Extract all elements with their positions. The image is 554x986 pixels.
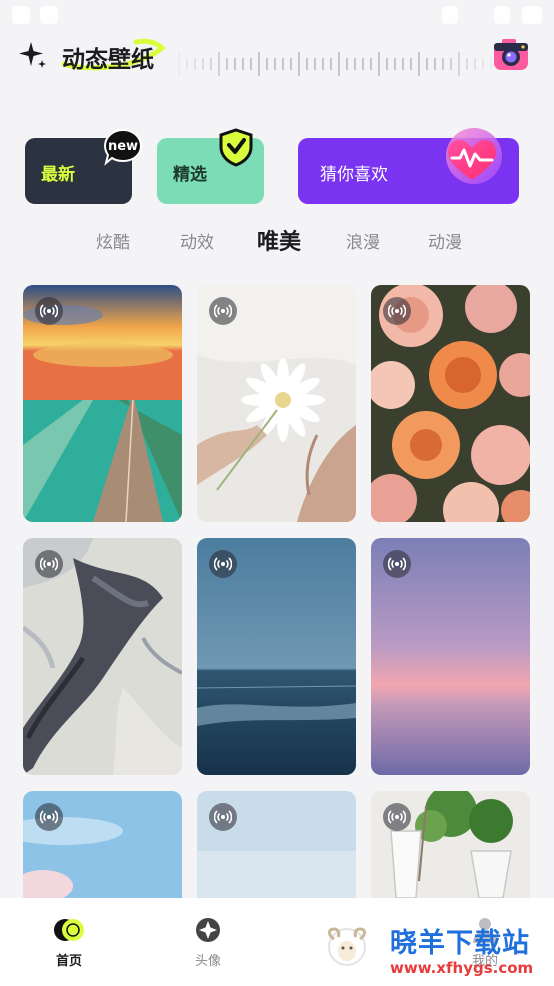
- live-icon: [214, 810, 232, 824]
- wifi-icon: [442, 6, 458, 24]
- signal-icon: [494, 6, 510, 24]
- nav-home[interactable]: 首页: [39, 916, 99, 969]
- battery-icon: [522, 6, 542, 24]
- wallpaper-tile[interactable]: [371, 538, 530, 775]
- live-icon: [388, 557, 406, 571]
- watermark-logo: [316, 915, 378, 977]
- tab-romantic[interactable]: 浪漫: [346, 228, 380, 253]
- tab-aesthetic[interactable]: 唯美: [257, 224, 301, 256]
- wallpaper-tile[interactable]: [371, 285, 530, 522]
- live-badge: [209, 803, 237, 831]
- watermark-name: 晓羊下载站: [390, 928, 530, 959]
- live-badge: [383, 803, 411, 831]
- nav-label: 首页: [55, 954, 82, 969]
- shield-check-icon: [219, 128, 253, 167]
- live-icon: [388, 304, 406, 318]
- sheep-icon: [328, 927, 366, 966]
- app-title: 动态壁纸: [62, 47, 154, 73]
- live-icon: [40, 810, 58, 824]
- live-badge: [35, 803, 63, 831]
- live-badge: [383, 297, 411, 325]
- app-header: 动态壁纸: [0, 30, 554, 90]
- category-label: 猜你喜欢: [320, 165, 388, 185]
- live-badge: [209, 297, 237, 325]
- category-label: 最新: [41, 165, 75, 185]
- live-badge: [209, 550, 237, 578]
- avatar-icon: [196, 918, 220, 942]
- live-badge: [35, 550, 63, 578]
- wallpaper-tile[interactable]: [23, 538, 182, 775]
- sparkle-icon: [19, 42, 46, 68]
- category-label: 精选: [173, 165, 207, 185]
- wallpaper-tile[interactable]: [371, 791, 530, 898]
- wallpaper-tile[interactable]: [23, 791, 182, 898]
- nav-avatar[interactable]: 头像: [178, 916, 238, 969]
- live-icon: [40, 304, 58, 318]
- live-icon: [214, 557, 232, 571]
- live-badge: [35, 297, 63, 325]
- camera-icon[interactable]: [490, 34, 532, 76]
- category-latest[interactable]: 最新 new: [25, 128, 143, 204]
- status-icon: [40, 6, 58, 24]
- watermark: 晓羊下载站 www.xfhygs.com: [316, 915, 552, 983]
- live-icon: [40, 557, 58, 571]
- wallpaper-tile[interactable]: [197, 285, 356, 522]
- ruler-decoration: [178, 52, 492, 76]
- tab-cool[interactable]: 炫酷: [96, 228, 130, 253]
- status-icon: [12, 6, 30, 24]
- live-badge: [383, 550, 411, 578]
- status-bar: [0, 0, 554, 30]
- wallpaper-tile[interactable]: [197, 791, 356, 898]
- wallpaper-tile[interactable]: [23, 285, 182, 522]
- wallpaper-tile[interactable]: [197, 538, 356, 775]
- heart-icon: [446, 128, 502, 184]
- new-badge: new: [103, 128, 143, 166]
- tab-motion[interactable]: 动效: [180, 228, 214, 253]
- new-badge-text: new: [108, 139, 138, 154]
- live-icon: [214, 304, 232, 318]
- tab-anime[interactable]: 动漫: [428, 228, 462, 253]
- live-icon: [388, 810, 406, 824]
- home-icon: [54, 919, 84, 941]
- watermark-url: www.xfhygs.com: [390, 959, 534, 977]
- nav-label: 头像: [194, 954, 221, 969]
- style-tabs: 炫酷 动效 唯美 浪漫 动漫: [0, 222, 554, 258]
